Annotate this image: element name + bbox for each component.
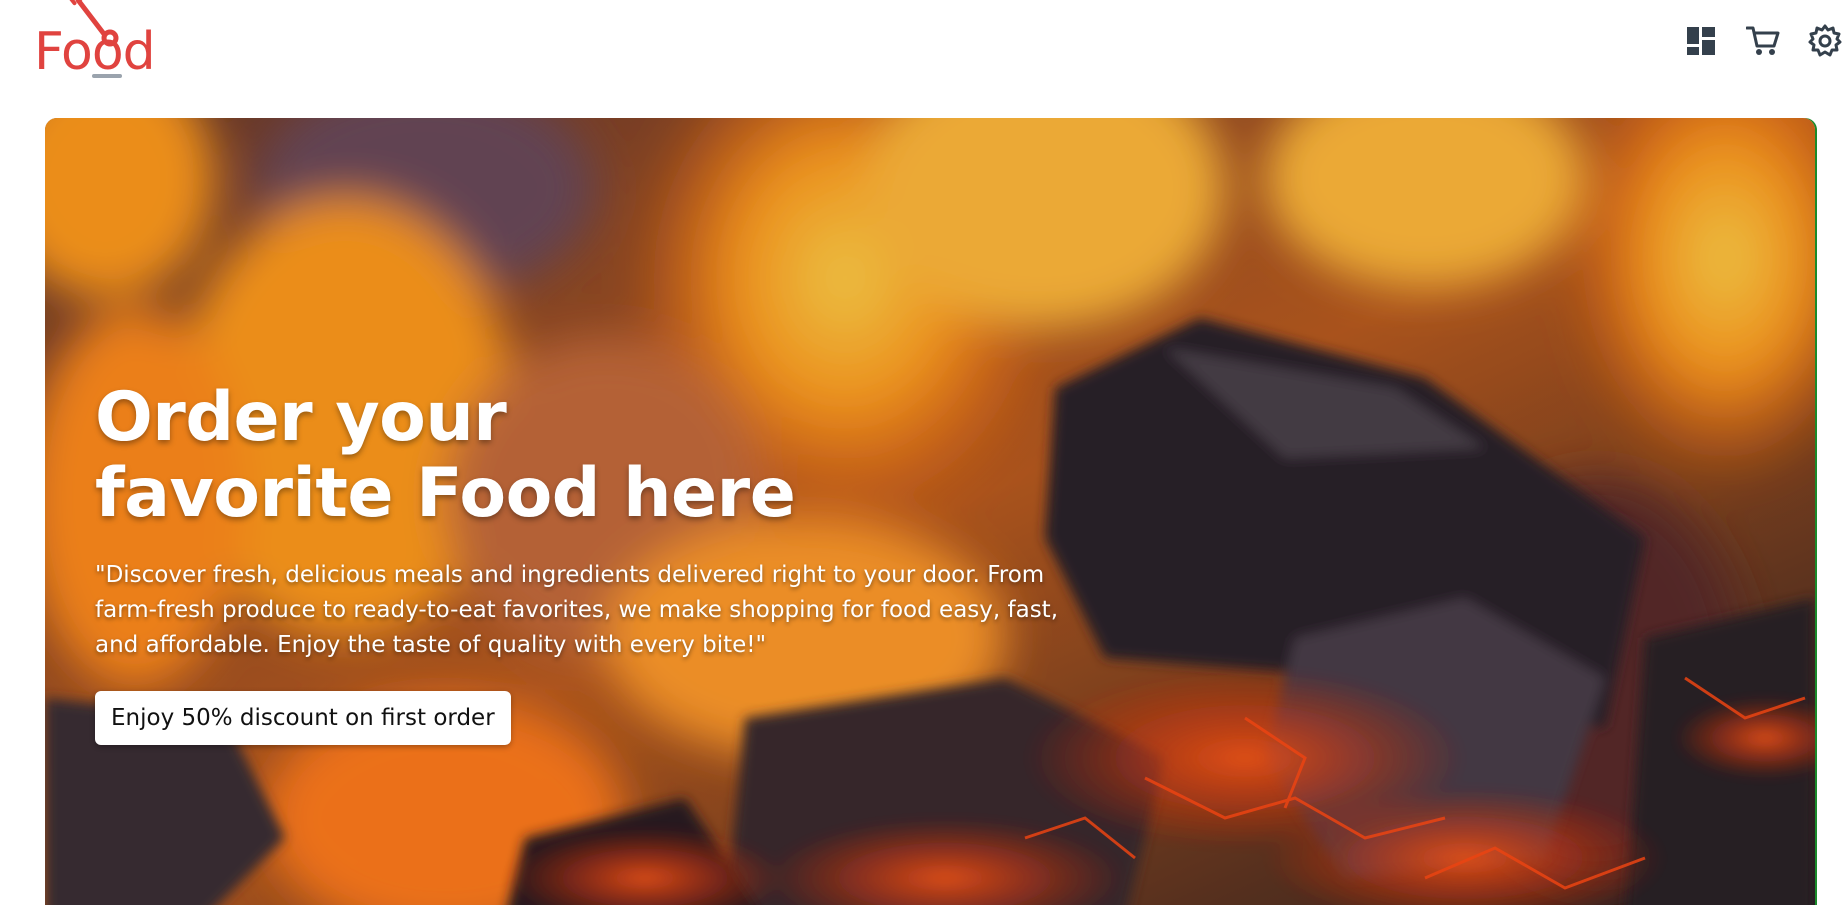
logo[interactable]: Food <box>34 0 164 82</box>
settings-icon <box>1808 24 1842 57</box>
cart-button[interactable] <box>1740 18 1786 64</box>
page: Food Order your favorite Food here "Disc… <box>0 0 1848 905</box>
hero-title: Order your favorite Food here <box>95 378 796 533</box>
header-actions <box>1662 18 1848 64</box>
hero-content: Order your favorite Food here "Discover … <box>95 380 1195 745</box>
discount-cta-button[interactable]: Enjoy 50% discount on first order <box>95 691 511 745</box>
dashboard-icon <box>1687 27 1715 55</box>
dashboard-button[interactable] <box>1678 18 1724 64</box>
cart-icon <box>1746 26 1780 55</box>
logo-plate-mark <box>92 74 122 78</box>
settings-button[interactable] <box>1802 18 1848 64</box>
hero-banner: Order your favorite Food here "Discover … <box>45 118 1815 905</box>
hero-description: "Discover fresh, delicious meals and ing… <box>95 562 1059 658</box>
site-header: Food <box>0 0 1848 110</box>
logo-text: Food <box>34 22 156 82</box>
